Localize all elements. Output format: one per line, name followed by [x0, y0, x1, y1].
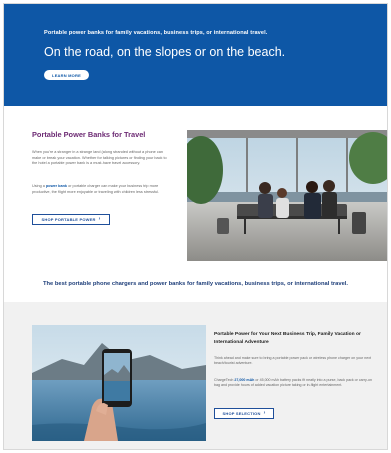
beach-phone-photo: [32, 325, 206, 441]
section2-paragraph-2: ChargeTech 27,000 mAh or 45,000 mAh batt…: [214, 378, 379, 389]
section1-paragraph-2: Using a power bank or portable charger c…: [32, 184, 172, 195]
section2-paragraph-1: Think ahead and make sure to bring a por…: [214, 356, 372, 366]
hero-eyebrow: Portable power banks for family vacation…: [44, 30, 268, 36]
section-title-travel: Portable Power Banks for Travel: [32, 130, 146, 139]
section2-p2-pre: ChargeTech: [214, 378, 235, 382]
power-bank-link[interactable]: power bank: [46, 184, 67, 188]
hero-title: On the road, on the slopes or on the bea…: [44, 45, 286, 59]
section1-p2-pre: Using a: [32, 184, 46, 188]
learn-more-button[interactable]: LEARN MORE: [44, 70, 89, 80]
hero-banner: Portable power banks for family vacation…: [4, 4, 387, 106]
shop-portable-power-label: SHOP PORTABLE POWER: [41, 217, 96, 222]
section2-title: Portable Power for Your Next Business Tr…: [214, 332, 361, 345]
page-frame: Portable power banks for family vacation…: [3, 3, 388, 450]
airport-travelers-photo: [187, 130, 387, 261]
shop-selection-button[interactable]: SHOP SELECTION ›: [214, 408, 274, 419]
shop-portable-power-button[interactable]: SHOP PORTABLE POWER ›: [32, 214, 110, 225]
section-banner-heading: The best portable phone chargers and pow…: [42, 281, 349, 287]
capacity-link[interactable]: 27,000 mAh: [234, 378, 254, 382]
chevron-right-icon: ›: [98, 216, 101, 222]
shop-selection-label: SHOP SELECTION: [222, 411, 261, 416]
chevron-right-icon: ›: [263, 410, 266, 416]
section1-paragraph-1: When you're a stranger in a strange land…: [32, 150, 167, 166]
